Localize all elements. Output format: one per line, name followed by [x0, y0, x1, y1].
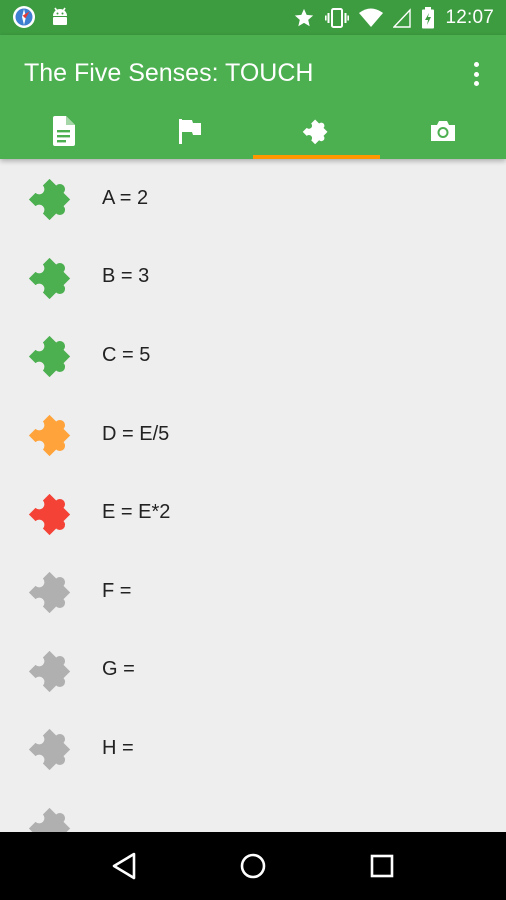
tab-flag[interactable] [127, 107, 254, 159]
list-item-h[interactable]: H = [0, 709, 506, 788]
app-bar: The Five Senses: TOUCH [0, 35, 506, 159]
navigation-bar [0, 832, 506, 900]
wifi-icon [359, 8, 384, 28]
document-icon [51, 115, 76, 151]
star-icon [293, 7, 315, 29]
puzzle-piece-icon [26, 723, 76, 773]
recents-icon[interactable] [362, 846, 402, 886]
list-item-b[interactable]: B = 3 [0, 238, 506, 317]
tab-document[interactable] [0, 107, 127, 159]
list-item-f[interactable]: F = [0, 552, 506, 631]
more-vert-icon[interactable] [464, 59, 488, 89]
puzzle-icon [301, 116, 331, 151]
puzzle-list: A = 2 B = 3 C = 5 D = E/5 E = E*2 F = G … [0, 159, 506, 832]
puzzle-piece-icon [26, 802, 76, 832]
list-item-i[interactable] [0, 788, 506, 832]
puzzle-label: B = 3 [102, 265, 150, 288]
tab-camera[interactable] [380, 107, 506, 159]
puzzle-piece-icon [26, 330, 76, 380]
puzzle-piece-icon [26, 173, 76, 223]
puzzle-piece-icon [26, 645, 76, 695]
puzzle-label: H = [102, 736, 134, 759]
status-bar: 12:07 [0, 0, 506, 35]
puzzle-piece-icon [26, 488, 76, 538]
puzzle-piece-icon [26, 566, 76, 616]
list-item-e[interactable]: E = E*2 [0, 473, 506, 552]
page-title: The Five Senses: TOUCH [24, 59, 314, 87]
puzzle-label: F = [102, 579, 132, 602]
tab-puzzle[interactable] [253, 107, 380, 159]
back-icon[interactable] [104, 846, 144, 886]
list-item-d[interactable]: D = E/5 [0, 395, 506, 474]
list-item-g[interactable]: G = [0, 631, 506, 710]
vibrate-icon [325, 7, 350, 29]
list-item-c[interactable]: C = 5 [0, 316, 506, 395]
android-icon [48, 5, 72, 29]
puzzle-label: E = E*2 [102, 501, 171, 524]
flag-icon [178, 118, 202, 149]
puzzle-label: G = [102, 658, 135, 681]
list-item-a[interactable]: A = 2 [0, 159, 506, 238]
home-icon[interactable] [233, 846, 273, 886]
signal-icon [393, 7, 412, 28]
compass-icon [12, 5, 36, 29]
puzzle-label: C = 5 [102, 343, 151, 366]
puzzle-label: D = E/5 [102, 422, 170, 445]
camera-icon [430, 120, 456, 147]
battery-charging-icon [421, 6, 435, 29]
status-time: 12:07 [445, 6, 494, 28]
puzzle-label: A = 2 [102, 186, 149, 209]
tab-bar [0, 107, 506, 159]
puzzle-piece-icon [26, 409, 76, 459]
puzzle-piece-icon [26, 252, 76, 302]
